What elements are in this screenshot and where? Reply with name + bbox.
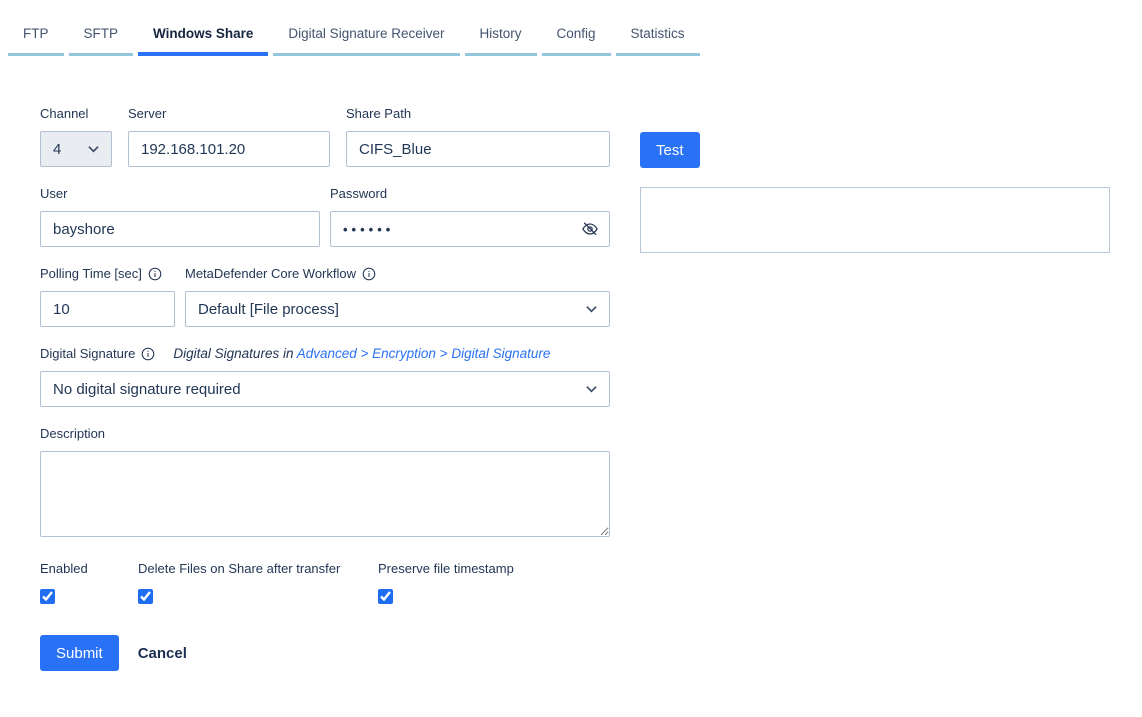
info-icon[interactable]: [148, 267, 162, 281]
polling-time-input[interactable]: [40, 291, 175, 327]
tab-ftp[interactable]: FTP: [8, 15, 64, 56]
workflow-label: MetaDefender Core Workflow: [185, 266, 610, 281]
tab-config[interactable]: Config: [542, 15, 611, 56]
windows-share-form: Channel 4 Server Share Path: [40, 106, 1142, 671]
chevron-down-icon: [586, 305, 597, 313]
user-input[interactable]: [40, 211, 320, 247]
preserve-timestamp-checkbox[interactable]: [378, 589, 393, 604]
polling-time-label: Polling Time [sec]: [40, 266, 175, 281]
test-result-box: [640, 187, 1110, 253]
digital-signature-note: Digital Signatures in Advanced > Encrypt…: [173, 346, 550, 361]
digital-signature-label: Digital Signature Digital Signatures in …: [40, 346, 610, 361]
channel-select[interactable]: 4: [40, 131, 112, 167]
info-icon[interactable]: [362, 267, 376, 281]
server-label: Server: [128, 106, 330, 121]
workflow-select-value: Default [File process]: [198, 301, 339, 318]
server-input[interactable]: [128, 131, 330, 167]
channel-label: Channel: [40, 106, 112, 121]
digital-signature-select-value: No digital signature required: [53, 381, 241, 398]
tab-sftp[interactable]: SFTP: [69, 15, 134, 56]
description-textarea[interactable]: [40, 451, 610, 537]
digital-signature-settings-link[interactable]: Advanced > Encryption > Digital Signatur…: [297, 346, 551, 361]
user-label: User: [40, 186, 320, 201]
share-path-input[interactable]: [346, 131, 610, 167]
enabled-checkbox[interactable]: [40, 589, 55, 604]
cancel-button[interactable]: Cancel: [138, 645, 187, 662]
tab-statistics[interactable]: Statistics: [616, 15, 700, 56]
chevron-down-icon: [586, 385, 597, 393]
eye-off-icon: [580, 219, 600, 239]
toggle-password-visibility-button[interactable]: [580, 219, 600, 239]
digital-signature-select[interactable]: No digital signature required: [40, 371, 610, 407]
tab-windows-share[interactable]: Windows Share: [138, 15, 268, 56]
enabled-label: Enabled: [40, 561, 138, 576]
delete-files-label: Delete Files on Share after transfer: [138, 561, 378, 576]
info-icon[interactable]: [141, 347, 155, 361]
test-button[interactable]: Test: [640, 132, 700, 168]
tab-history[interactable]: History: [465, 15, 537, 56]
delete-files-checkbox[interactable]: [138, 589, 153, 604]
password-label: Password: [330, 186, 610, 201]
tab-bar: FTP SFTP Windows Share Digital Signature…: [8, 15, 1142, 56]
submit-button[interactable]: Submit: [40, 635, 119, 671]
channel-select-value: 4: [53, 141, 61, 158]
workflow-select[interactable]: Default [File process]: [185, 291, 610, 327]
password-input[interactable]: [330, 211, 610, 247]
description-label: Description: [40, 426, 610, 441]
preserve-timestamp-label: Preserve file timestamp: [378, 561, 514, 576]
tab-digital-signature-receiver[interactable]: Digital Signature Receiver: [273, 15, 459, 56]
chevron-down-icon: [88, 145, 99, 153]
share-path-label: Share Path: [346, 106, 610, 121]
